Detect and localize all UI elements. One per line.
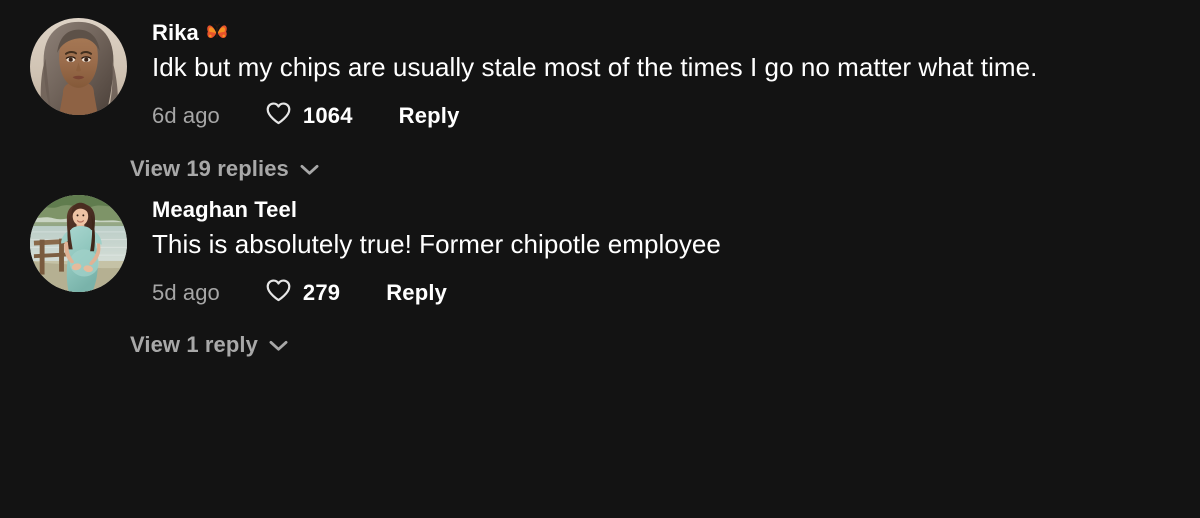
heart-icon[interactable]: [265, 278, 292, 308]
avatar[interactable]: [30, 18, 127, 115]
heart-icon[interactable]: [265, 101, 292, 131]
like-button[interactable]: 279: [265, 278, 340, 308]
comment-timestamp: 5d ago: [152, 280, 220, 306]
avatar-photo-rika: [30, 18, 127, 115]
comment-item: Rika Idk but my chips are usually stale …: [0, 0, 1200, 131]
comment-text: This is absolutely true! Former chipotle…: [152, 229, 721, 260]
avatar[interactable]: [30, 195, 127, 293]
comment-meta-row: 6d ago 1064 Reply: [152, 101, 1200, 131]
comment-username[interactable]: Meaghan Teel: [152, 197, 1200, 223]
avatar-photo-meaghan: [30, 195, 127, 293]
comment-meta-row: 5d ago 279 Reply: [152, 278, 1200, 308]
comment-timestamp: 6d ago: [152, 103, 220, 129]
comment-username[interactable]: Rika: [152, 20, 1200, 45]
butterfly-emoji: [206, 23, 228, 43]
comment-feed: Rika Idk but my chips are usually stale …: [0, 0, 1200, 518]
username-text: Rika: [152, 20, 199, 45]
comment-item: Meaghan Teel This is absolutely true! Fo…: [0, 182, 1200, 308]
comment-body: Rika Idk but my chips are usually stale …: [152, 18, 1200, 131]
reply-button[interactable]: Reply: [386, 280, 447, 306]
view-replies-label: View 1 reply: [130, 332, 258, 358]
chevron-down-icon[interactable]: [300, 156, 319, 182]
like-count: 279: [302, 280, 341, 306]
reply-button[interactable]: Reply: [399, 103, 460, 129]
view-replies-button[interactable]: View 19 replies: [130, 156, 1200, 182]
chevron-down-icon[interactable]: [269, 332, 288, 358]
view-replies-button[interactable]: View 1 reply: [130, 332, 1200, 358]
like-count: 1064: [302, 103, 353, 129]
username-text: Meaghan Teel: [152, 197, 298, 223]
like-button[interactable]: 1064: [265, 101, 353, 131]
comment-body: Meaghan Teel This is absolutely true! Fo…: [152, 195, 1200, 308]
comment-text: Idk but my chips are usually stale most …: [152, 52, 1038, 83]
view-replies-label: View 19 replies: [130, 156, 289, 182]
